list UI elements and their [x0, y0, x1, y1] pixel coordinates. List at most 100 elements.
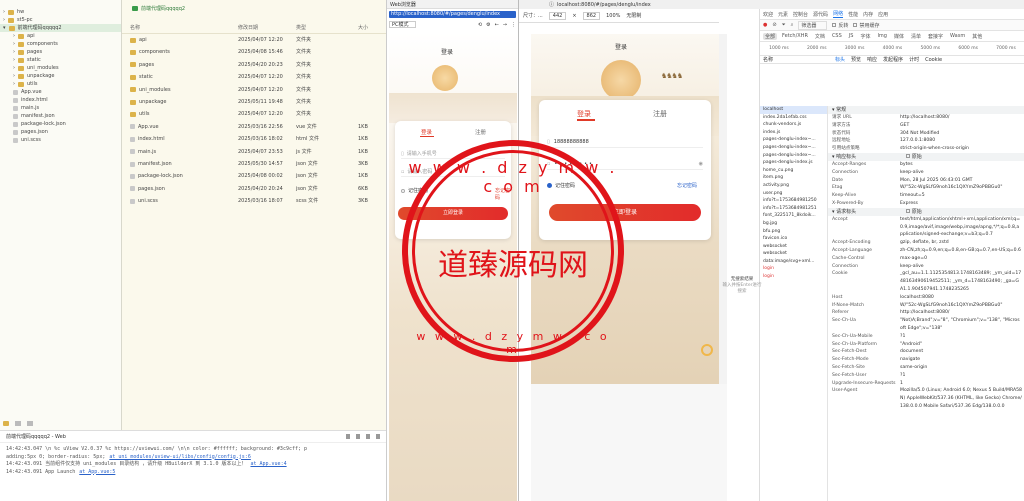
devtools-tab[interactable]: 网络 — [833, 10, 844, 18]
request-row[interactable]: login — [760, 273, 827, 281]
console-source-link[interactable]: at uni_modules/uview-ui/libs/config/conf… — [109, 454, 250, 460]
throttle-select[interactable]: 无限制 — [626, 12, 641, 19]
forgot-link[interactable]: 忘记密码 — [495, 187, 511, 201]
password-field[interactable]: ▫ •••••••• ◉ — [547, 158, 703, 170]
preview-login-button[interactable]: 立即登录 — [398, 207, 508, 220]
device-width[interactable]: 442 — [548, 11, 567, 20]
clear-icon[interactable]: ⊘ — [772, 22, 776, 28]
name-column-header[interactable]: 名称 — [763, 56, 823, 63]
devtools-tab[interactable]: 内存 — [863, 11, 873, 18]
tree-item[interactable]: › components — [0, 40, 121, 48]
chevron-icon[interactable]: › — [3, 8, 5, 16]
tree-item[interactable]: manifest.json — [0, 112, 121, 120]
col-type[interactable]: 类型 — [296, 22, 306, 34]
type-filter[interactable]: CSS — [830, 33, 844, 39]
file-row[interactable]: manifest.json 2025/05/30 14:57 json 文件 3KB — [122, 158, 386, 170]
file-row[interactable]: main.js 2025/04/07 23:53 js 文件 1KB — [122, 146, 386, 158]
type-filter[interactable]: 媒体 — [892, 33, 906, 40]
preview-tab-register[interactable]: 注册 — [475, 128, 486, 136]
console-source-link[interactable]: at App.vue:5 — [79, 469, 115, 475]
chevron-icon[interactable]: › — [13, 56, 15, 64]
request-row[interactable]: chunk-vendors.js — [760, 121, 827, 129]
col-name[interactable]: 名称 — [130, 22, 140, 34]
tree-item[interactable]: pages.json — [0, 128, 121, 136]
remember-checkbox[interactable] — [547, 183, 552, 188]
phone-field[interactable]: ▯ 18888888888 — [547, 136, 703, 148]
file-row[interactable]: unpackage 2025/05/11 19:48 文件夹 — [122, 96, 386, 108]
login-button[interactable]: 立即登录 — [549, 204, 701, 221]
request-row[interactable]: pages-denglu-index~... — [760, 144, 827, 152]
chevron-icon[interactable]: › — [13, 32, 15, 40]
tree-item[interactable]: ▾ 前端代理码qqqqq2 — [0, 24, 121, 32]
type-filter[interactable]: 清单 — [909, 33, 923, 40]
remember-checkbox[interactable] — [401, 188, 405, 193]
request-row[interactable]: activity.png — [760, 182, 827, 190]
request-row[interactable]: pages-denglu-index~... — [760, 136, 827, 144]
search-icon[interactable]: ⌕ — [791, 22, 794, 28]
general-section[interactable]: ▾ 常规 — [828, 106, 1024, 114]
detail-tab[interactable]: Cookie — [925, 57, 942, 63]
forgot-link[interactable]: 忘记密码 — [677, 182, 697, 189]
request-row[interactable]: user.png — [760, 190, 827, 198]
request-row[interactable]: bfu.png — [760, 228, 827, 236]
chevron-icon[interactable]: › — [13, 48, 15, 56]
tree-item[interactable]: › utils — [0, 80, 121, 88]
request-row[interactable]: favicon.ico — [760, 235, 827, 243]
col-date[interactable]: 修改日期 — [238, 22, 258, 34]
back-icon[interactable]: ← — [495, 22, 499, 28]
record-icon[interactable]: ● — [763, 22, 767, 28]
request-row[interactable]: info?t=1753684981250 — [760, 197, 827, 205]
clear-icon[interactable] — [346, 434, 350, 439]
filter-icon[interactable]: ⏷ — [782, 22, 786, 28]
console-source-link[interactable]: at App.vue:4 — [250, 461, 286, 467]
browser-url[interactable]: localhost:8080/#/pages/denglu/index — [557, 2, 651, 8]
filter-input[interactable]: 筛选器 — [798, 20, 828, 30]
detail-tab[interactable]: 标头 — [835, 56, 845, 63]
zoom-select[interactable]: 100% — [606, 13, 620, 19]
detail-tab[interactable]: 预览 — [851, 56, 861, 63]
preview-password-field[interactable]: ▫ 请输入密码 — [401, 167, 505, 177]
file-row[interactable]: uni_modules 2025/04/07 12:20 文件夹 — [122, 84, 386, 96]
settings-icon[interactable] — [27, 421, 33, 426]
chevron-icon[interactable]: › — [13, 64, 15, 72]
chevron-icon[interactable]: › — [13, 80, 15, 88]
preview-tab[interactable]: Web浏览器 — [387, 0, 518, 9]
tree-item[interactable]: › pages — [0, 48, 121, 56]
file-row[interactable]: App.vue 2025/03/16 22:56 vue 文件 1KB — [122, 121, 386, 133]
request-row[interactable]: localhost — [760, 106, 827, 114]
file-row[interactable]: components 2025/04/08 15:46 文件夹 — [122, 46, 386, 58]
mode-select[interactable]: PC模式 — [389, 21, 416, 28]
invert-checkbox[interactable]: 反转 — [838, 22, 848, 29]
tree-item[interactable]: › static — [0, 56, 121, 64]
more-icon[interactable]: ⋮ — [511, 22, 516, 28]
forward-icon[interactable]: → — [503, 22, 507, 28]
disable-cache-checkbox[interactable]: 禁用缓存 — [859, 22, 879, 29]
request-row[interactable]: index.js — [760, 129, 827, 137]
file-row[interactable]: package-lock.json 2025/04/08 00:02 json 文件… — [122, 170, 386, 182]
type-filter[interactable]: 文档 — [813, 33, 827, 40]
file-row[interactable]: pages 2025/04/20 20:23 文件夹 — [122, 59, 386, 71]
chevron-icon[interactable]: › — [13, 72, 15, 80]
raw-toggle[interactable]: 原始 — [912, 154, 922, 160]
type-filter[interactable]: 字体 — [858, 33, 872, 40]
request-row[interactable]: bg.jpg — [760, 220, 827, 228]
type-filter[interactable]: Wasm — [948, 33, 967, 39]
chevron-icon[interactable]: › — [13, 40, 15, 48]
copy-icon[interactable] — [356, 434, 360, 439]
request-row[interactable]: pages-denglu-index~... — [760, 152, 827, 160]
tree-item[interactable]: main.js — [0, 104, 121, 112]
detail-tab[interactable]: 响应 — [867, 56, 877, 63]
tree-item[interactable]: › api — [0, 32, 121, 40]
request-row[interactable]: data:image/svg+xml... — [760, 258, 827, 266]
tree-item[interactable]: › hw — [0, 8, 121, 16]
devtools-tab[interactable]: 控制台 — [793, 11, 808, 18]
device-height[interactable]: 862 — [582, 11, 601, 20]
detail-tab[interactable]: 发起程序 — [883, 56, 903, 63]
devtools-tab[interactable]: 欢迎 — [763, 11, 773, 18]
request-row[interactable]: websocket — [760, 250, 827, 258]
type-filter[interactable]: 全部 — [763, 32, 778, 40]
request-row[interactable]: info?t=1753684981251 — [760, 205, 827, 213]
preview-phone-field[interactable]: ▯ 请输入手机号 — [401, 149, 505, 159]
request-row[interactable]: home_cu.png — [760, 167, 827, 175]
request-row[interactable]: pages-denglu-index.js — [760, 159, 827, 167]
